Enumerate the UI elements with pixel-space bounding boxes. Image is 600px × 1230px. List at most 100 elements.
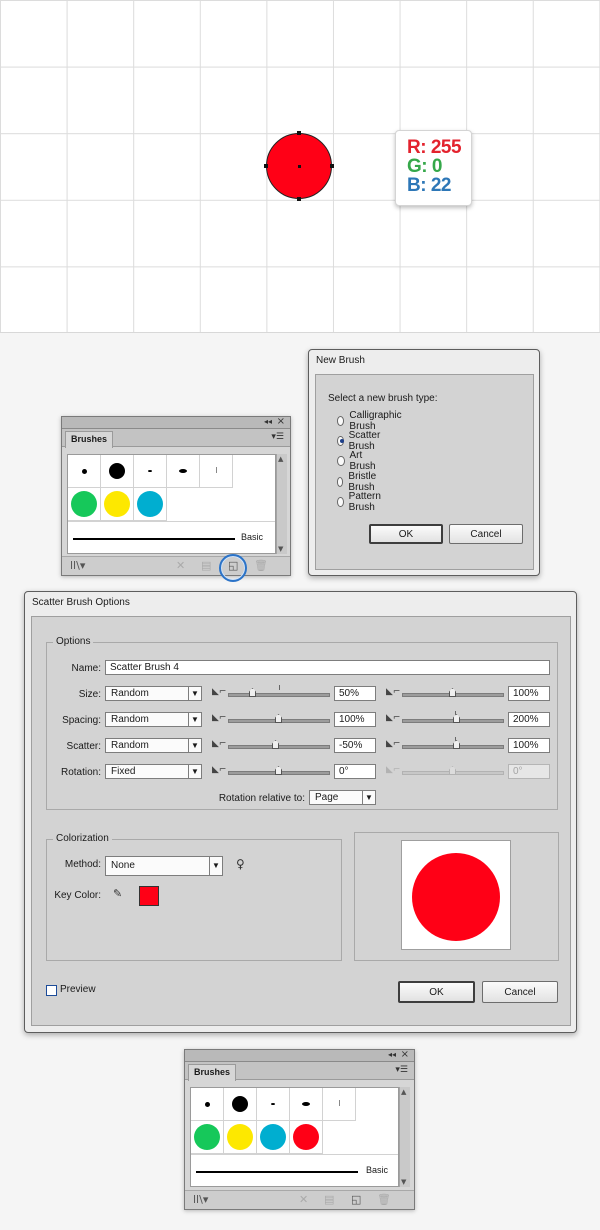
brush-swatch-green[interactable] bbox=[68, 488, 101, 521]
basic-brush-row[interactable]: Basic bbox=[191, 1154, 398, 1187]
collapse-icon[interactable]: ◂◂ bbox=[264, 417, 272, 426]
brush-swatch-cyan[interactable] bbox=[257, 1121, 290, 1154]
cancel-button[interactable]: Cancel bbox=[482, 981, 558, 1003]
brush-swatch[interactable] bbox=[257, 1088, 290, 1121]
rotation-min-field[interactable]: 0° bbox=[334, 764, 376, 779]
radio-button[interactable] bbox=[337, 456, 345, 466]
radio-button[interactable] bbox=[337, 497, 344, 507]
panel-menu-icon[interactable]: ▾☰ bbox=[271, 432, 284, 442]
brush-name-field[interactable]: Scatter Brush 4 bbox=[105, 660, 550, 675]
green-dot-icon bbox=[194, 1124, 220, 1150]
radio-button-selected[interactable] bbox=[337, 436, 344, 446]
radio-button[interactable] bbox=[337, 477, 344, 487]
brush-swatch-cyan[interactable] bbox=[134, 488, 167, 521]
eyedropper-icon[interactable]: ✎ bbox=[113, 887, 122, 900]
slider-thumb[interactable] bbox=[275, 714, 282, 723]
ok-button[interactable]: OK bbox=[369, 524, 443, 544]
spacing-min-field[interactable]: 100% bbox=[334, 712, 376, 727]
trash-icon[interactable]: 🗑 bbox=[377, 1193, 391, 1206]
panel-topbar[interactable]: ◂◂ × bbox=[185, 1049, 414, 1062]
size-min-field[interactable]: 50% bbox=[334, 686, 376, 701]
method-select[interactable]: None ▼ bbox=[105, 856, 223, 876]
tab-brushes[interactable]: Brushes bbox=[65, 431, 114, 448]
anchor-point-bottom[interactable] bbox=[297, 197, 301, 201]
scatter-max-field[interactable]: 100% bbox=[508, 738, 550, 753]
size-max-slider[interactable] bbox=[402, 688, 504, 697]
panel-menu-icon[interactable]: ▾☰ bbox=[395, 1065, 408, 1075]
brush-swatch-green[interactable] bbox=[191, 1121, 224, 1154]
new-brush-icon[interactable]: ◱ bbox=[351, 1193, 361, 1206]
remove-stroke-icon[interactable]: ✕ bbox=[299, 1193, 308, 1206]
pressure-max-icon[interactable]: ◣⌐ bbox=[386, 739, 400, 749]
size-max-field[interactable]: 100% bbox=[508, 686, 550, 701]
brush-scrollbar[interactable]: ▲ ▼ bbox=[276, 454, 287, 554]
pressure-min-icon[interactable]: ◣⌐ bbox=[212, 713, 226, 723]
pressure-max-icon[interactable]: ◣⌐ bbox=[386, 687, 400, 697]
brush-scrollbar[interactable]: ▲ ▼ bbox=[399, 1087, 410, 1187]
tips-lightbulb-icon[interactable]: ♀ bbox=[236, 857, 245, 871]
radio-bristle[interactable]: Bristle Brush bbox=[337, 471, 380, 493]
pressure-min-icon[interactable]: ◣⌐ bbox=[212, 739, 226, 749]
rotation-relative-select[interactable]: Page ▼ bbox=[309, 790, 376, 805]
close-icon[interactable]: × bbox=[401, 1049, 409, 1060]
pressure-min-icon[interactable]: ◣⌐ bbox=[212, 765, 226, 775]
spacing-max-field[interactable]: 200% bbox=[508, 712, 550, 727]
trash-icon[interactable]: 🗑 bbox=[254, 559, 268, 572]
cancel-button[interactable]: Cancel bbox=[449, 524, 523, 544]
library-menu-icon[interactable]: ll\▾ bbox=[70, 559, 85, 572]
scatter-mode-select[interactable]: Random ▼ bbox=[105, 738, 202, 753]
size-min-slider[interactable] bbox=[228, 685, 330, 697]
scatter-min-slider[interactable] bbox=[228, 740, 330, 749]
brush-swatch[interactable] bbox=[68, 455, 101, 488]
slider-thumb[interactable] bbox=[275, 766, 282, 775]
brush-swatch[interactable] bbox=[290, 1088, 323, 1121]
ok-button[interactable]: OK bbox=[398, 981, 475, 1003]
slider-thumb[interactable] bbox=[249, 688, 256, 697]
brush-swatch[interactable] bbox=[191, 1088, 224, 1121]
pressure-max-icon[interactable]: ◣⌐ bbox=[386, 713, 400, 723]
slider-thumb[interactable] bbox=[449, 688, 456, 697]
brush-swatch[interactable] bbox=[323, 1088, 356, 1121]
anchor-point-right[interactable] bbox=[330, 164, 334, 168]
spacing-mode-select[interactable]: Random ▼ bbox=[105, 712, 202, 727]
tab-brushes[interactable]: Brushes bbox=[188, 1064, 237, 1081]
spacing-max-slider[interactable] bbox=[402, 711, 504, 723]
remove-stroke-icon[interactable]: ✕ bbox=[176, 559, 185, 572]
radio-scatter[interactable]: Scatter Brush bbox=[337, 430, 384, 452]
brush-swatch[interactable] bbox=[200, 455, 233, 488]
panel-topbar[interactable]: ◂◂ × bbox=[62, 416, 290, 429]
rotation-mode-select[interactable]: Fixed ▼ bbox=[105, 764, 202, 779]
brush-swatch[interactable] bbox=[167, 455, 200, 488]
key-color-swatch[interactable] bbox=[139, 886, 159, 906]
radio-art[interactable]: Art Brush bbox=[337, 450, 378, 472]
brush-swatch[interactable] bbox=[101, 455, 134, 488]
scatter-max-slider[interactable] bbox=[402, 737, 504, 749]
brush-swatch[interactable] bbox=[224, 1088, 257, 1121]
spacing-min-slider[interactable] bbox=[228, 714, 330, 723]
options-icon[interactable]: ▤ bbox=[324, 1193, 334, 1206]
basic-brush-row[interactable]: Basic bbox=[68, 521, 275, 554]
slider-thumb[interactable] bbox=[272, 740, 279, 749]
radio-label: Art Brush bbox=[349, 450, 376, 472]
radio-button[interactable] bbox=[337, 416, 345, 426]
preview-checkbox[interactable] bbox=[46, 985, 57, 996]
artboard-canvas[interactable]: R: 255 G: 0 B: 22 bbox=[0, 0, 600, 333]
options-icon[interactable]: ▤ bbox=[201, 559, 211, 572]
thin-line-icon bbox=[339, 1100, 340, 1106]
anchor-point-left[interactable] bbox=[264, 164, 268, 168]
rotation-min-slider[interactable] bbox=[228, 766, 330, 775]
anchor-point-top[interactable] bbox=[297, 131, 301, 135]
pressure-min-icon[interactable]: ◣⌐ bbox=[212, 687, 226, 697]
collapse-icon[interactable]: ◂◂ bbox=[388, 1050, 396, 1059]
library-menu-icon[interactable]: ll\▾ bbox=[193, 1193, 208, 1206]
brush-swatch[interactable] bbox=[134, 455, 167, 488]
brush-swatch-yellow[interactable] bbox=[224, 1121, 257, 1154]
close-icon[interactable]: × bbox=[277, 416, 285, 427]
radio-pattern[interactable]: Pattern Brush bbox=[337, 491, 384, 513]
colorization-group: Colorization Method: None ▼ ♀ Key Color: … bbox=[46, 833, 342, 961]
radio-calligraphic[interactable]: Calligraphic Brush bbox=[337, 410, 404, 432]
scatter-min-field[interactable]: -50% bbox=[334, 738, 376, 753]
brush-swatch-red[interactable] bbox=[290, 1121, 323, 1154]
size-mode-select[interactable]: Random ▼ bbox=[105, 686, 202, 701]
brush-swatch-yellow[interactable] bbox=[101, 488, 134, 521]
